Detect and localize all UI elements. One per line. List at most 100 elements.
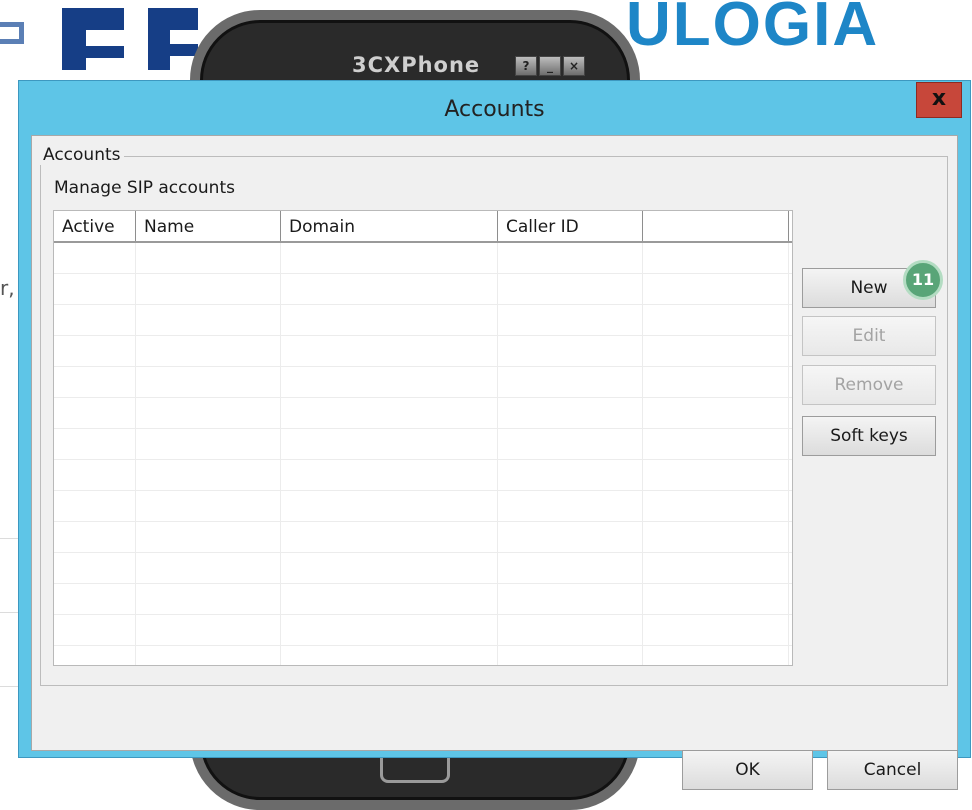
table-cell [643,553,789,584]
table-empty-row [54,584,792,615]
step-badge: 11 [903,260,943,300]
table-cell [281,367,498,398]
table-empty-row [54,367,792,398]
table-cell [281,646,498,665]
cancel-button[interactable]: Cancel [827,750,958,790]
table-cell [498,460,643,491]
close-button[interactable]: x [916,82,962,118]
table-cell [643,336,789,367]
table-cell [643,522,789,553]
table-cell [498,274,643,305]
table-cell [498,398,643,429]
table-cell [643,584,789,615]
table-cell [281,398,498,429]
dialog-content: Accounts Manage SIP accounts Active Name… [31,135,958,790]
table-cell [643,460,789,491]
table-cell [136,646,281,665]
background-divider [0,538,20,539]
table-cell [54,243,136,274]
table-cell [643,615,789,646]
table-empty-row [54,553,792,584]
table-cell [136,305,281,336]
table-cell [498,367,643,398]
background-divider [0,686,20,687]
table-cell [136,398,281,429]
logo-letter-e [148,8,198,70]
table-cell [281,274,498,305]
table-cell [54,646,136,665]
table-cell [54,336,136,367]
ok-button[interactable]: OK [682,750,813,790]
accounts-table[interactable]: Active Name Domain Caller ID [53,210,793,666]
table-cell [54,460,136,491]
table-cell [54,491,136,522]
table-cell [498,522,643,553]
help-icon[interactable]: ? [515,56,537,76]
table-cell [281,305,498,336]
manage-sip-label: Manage SIP accounts [54,178,235,198]
table-cell [643,491,789,522]
group-label: Accounts [40,145,124,165]
table-cell [643,646,789,665]
table-body [54,243,792,665]
remove-button[interactable]: Remove [802,365,936,405]
table-cell [498,584,643,615]
dialog-title: Accounts [444,97,545,122]
table-cell [136,429,281,460]
table-cell [281,243,498,274]
logo-letter-f [62,8,124,70]
table-cell [136,584,281,615]
logo-letter-fragment [0,22,24,44]
column-header-domain[interactable]: Domain [281,211,498,241]
table-cell [54,398,136,429]
edit-button[interactable]: Edit [802,316,936,356]
background-divider [0,612,20,613]
background-logo-text: ULOGIA [626,0,880,59]
column-header-name[interactable]: Name [136,211,281,241]
table-cell [643,398,789,429]
table-empty-row [54,274,792,305]
column-header-extra[interactable] [643,211,789,241]
table-cell [136,460,281,491]
table-cell [54,553,136,584]
table-empty-row [54,522,792,553]
table-empty-row [54,460,792,491]
phone-home-button[interactable] [380,757,450,783]
table-cell [136,367,281,398]
table-cell [54,305,136,336]
table-cell [54,615,136,646]
table-cell [54,429,136,460]
table-cell [54,584,136,615]
table-empty-row [54,491,792,522]
table-cell [643,243,789,274]
table-cell [498,491,643,522]
table-cell [281,615,498,646]
table-cell [136,553,281,584]
close-icon[interactable]: × [563,56,585,76]
soft-keys-button[interactable]: Soft keys [802,416,936,456]
table-cell [136,522,281,553]
column-header-active[interactable]: Active [54,211,136,241]
table-cell [281,491,498,522]
phone-window-controls: ? _ × [515,56,585,76]
table-empty-row [54,305,792,336]
table-cell [281,460,498,491]
table-cell [136,274,281,305]
table-empty-row [54,336,792,367]
table-cell [54,367,136,398]
table-cell [643,274,789,305]
table-cell [643,305,789,336]
table-cell [643,429,789,460]
table-cell [136,615,281,646]
table-cell [498,429,643,460]
table-cell [281,522,498,553]
table-cell [498,243,643,274]
table-empty-row [54,429,792,460]
table-cell [54,522,136,553]
table-cell [643,367,789,398]
minimize-icon[interactable]: _ [539,56,561,76]
table-cell [136,491,281,522]
column-header-caller-id[interactable]: Caller ID [498,211,643,241]
table-cell [136,243,281,274]
table-cell [281,584,498,615]
